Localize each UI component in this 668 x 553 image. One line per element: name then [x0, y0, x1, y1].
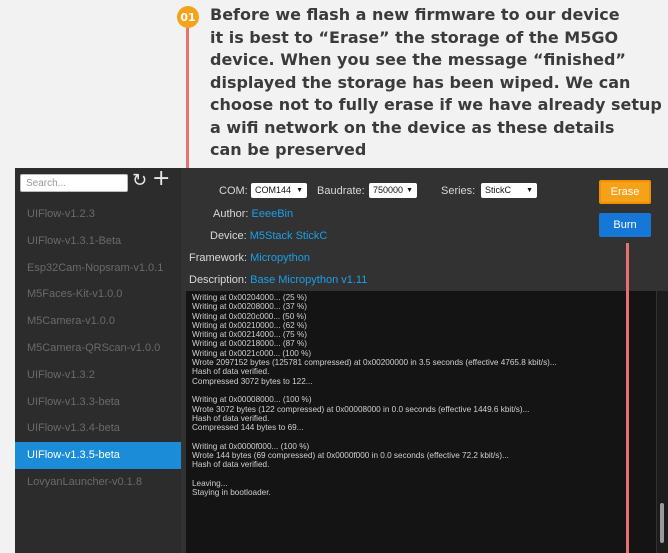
firmware-item[interactable]: Esp32Cam-Nopsram-v1.0.1 [15, 255, 181, 282]
framework-label: Framework: [189, 252, 248, 264]
callout-line: choose not to fully erase if we have alr… [210, 95, 662, 114]
step-badge: 01 [177, 6, 199, 28]
callout-line: a wifi network on the device as these de… [210, 117, 615, 137]
scrollbar-thumb[interactable] [660, 503, 664, 543]
description-row: Description: Base Micropython v1.11 [189, 274, 367, 286]
chevron-down-icon: ▼ [406, 187, 413, 194]
description-label: Description: [189, 274, 248, 286]
device-value: M5Stack StickC [249, 230, 328, 242]
firmware-sidebar: ↻ + UIFlow-v1.2.3 UIFlow-v1.3.1-Beta Esp… [15, 168, 181, 553]
firmware-item-selected[interactable]: UIFlow-v1.3.5-beta [15, 442, 181, 469]
burn-button[interactable]: Burn [599, 213, 651, 237]
chevron-down-icon: ▼ [526, 187, 533, 194]
callout-line: Before we flash a new firmware to our de… [210, 5, 620, 24]
add-icon[interactable]: + [152, 168, 170, 190]
callout-line: it is best to “Erase” the storage of the… [210, 27, 619, 47]
series-value: StickC [485, 185, 512, 195]
baudrate-value: 750000 [373, 185, 404, 195]
callout-line: can be preserved [210, 140, 367, 159]
firmware-item[interactable]: UIFlow-v1.3.3-beta [15, 389, 181, 416]
framework-value: Micropython [250, 252, 311, 264]
device-label: Device: [210, 230, 247, 242]
flasher-window: ↻ + UIFlow-v1.2.3 UIFlow-v1.3.1-Beta Esp… [15, 168, 668, 553]
erase-button[interactable]: Erase [599, 180, 651, 204]
series-label: Series: [441, 185, 476, 197]
pointer-line-burn [626, 243, 629, 553]
search-input[interactable] [20, 174, 128, 192]
output-console: Writing at 0x00204000... (25 %) Writing … [186, 291, 656, 553]
firmware-item[interactable]: UIFlow-v1.3.2 [15, 362, 181, 389]
author-label: Author: [213, 208, 249, 220]
com-select[interactable]: COM144 ▼ [251, 183, 307, 198]
firmware-item[interactable]: UIFlow-v1.2.3 [15, 201, 181, 228]
framework-row: Framework: Micropython [189, 252, 310, 264]
instruction-callout: 01 Before we flash a new firmware to our… [0, 0, 668, 165]
callout-line: device. When you see the message “finish… [210, 50, 626, 69]
firmware-item[interactable]: UIFlow-v1.3.1-Beta [15, 228, 181, 255]
console-scrollbar[interactable] [657, 291, 668, 553]
author-row: Author: EeeeBin [213, 208, 293, 220]
callout-line: displayed the storage has been wiped. We… [210, 72, 631, 92]
firmware-item[interactable]: M5Faces-Kit-v1.0.0 [15, 281, 181, 308]
firmware-list: UIFlow-v1.2.3 UIFlow-v1.3.1-Beta Esp32Ca… [15, 201, 181, 496]
firmware-item[interactable]: UIFlow-v1.3.4-beta [15, 415, 181, 442]
baudrate-select[interactable]: 750000 ▼ [369, 183, 417, 198]
refresh-icon[interactable]: ↻ [132, 171, 147, 191]
author-value: EeeeBin [251, 208, 294, 220]
console-log: Writing at 0x00204000... (25 %) Writing … [192, 293, 557, 498]
baudrate-label: Baudrate: [317, 185, 365, 197]
firmware-item[interactable]: LovyanLauncher-v0.1.8 [15, 469, 181, 496]
description-value: Base Micropython v1.11 [250, 274, 368, 286]
firmware-item[interactable]: M5Camera-QRScan-v1.0.0 [15, 335, 181, 362]
com-value: COM144 [255, 185, 292, 195]
com-label: COM: [219, 185, 248, 197]
series-select[interactable]: StickC ▼ [481, 183, 537, 198]
callout-text: Before we flash a new firmware to our de… [210, 4, 668, 162]
device-row: Device: M5Stack StickC [210, 230, 327, 242]
chevron-down-icon: ▼ [296, 187, 303, 194]
firmware-item[interactable]: M5Camera-v1.0.0 [15, 308, 181, 335]
